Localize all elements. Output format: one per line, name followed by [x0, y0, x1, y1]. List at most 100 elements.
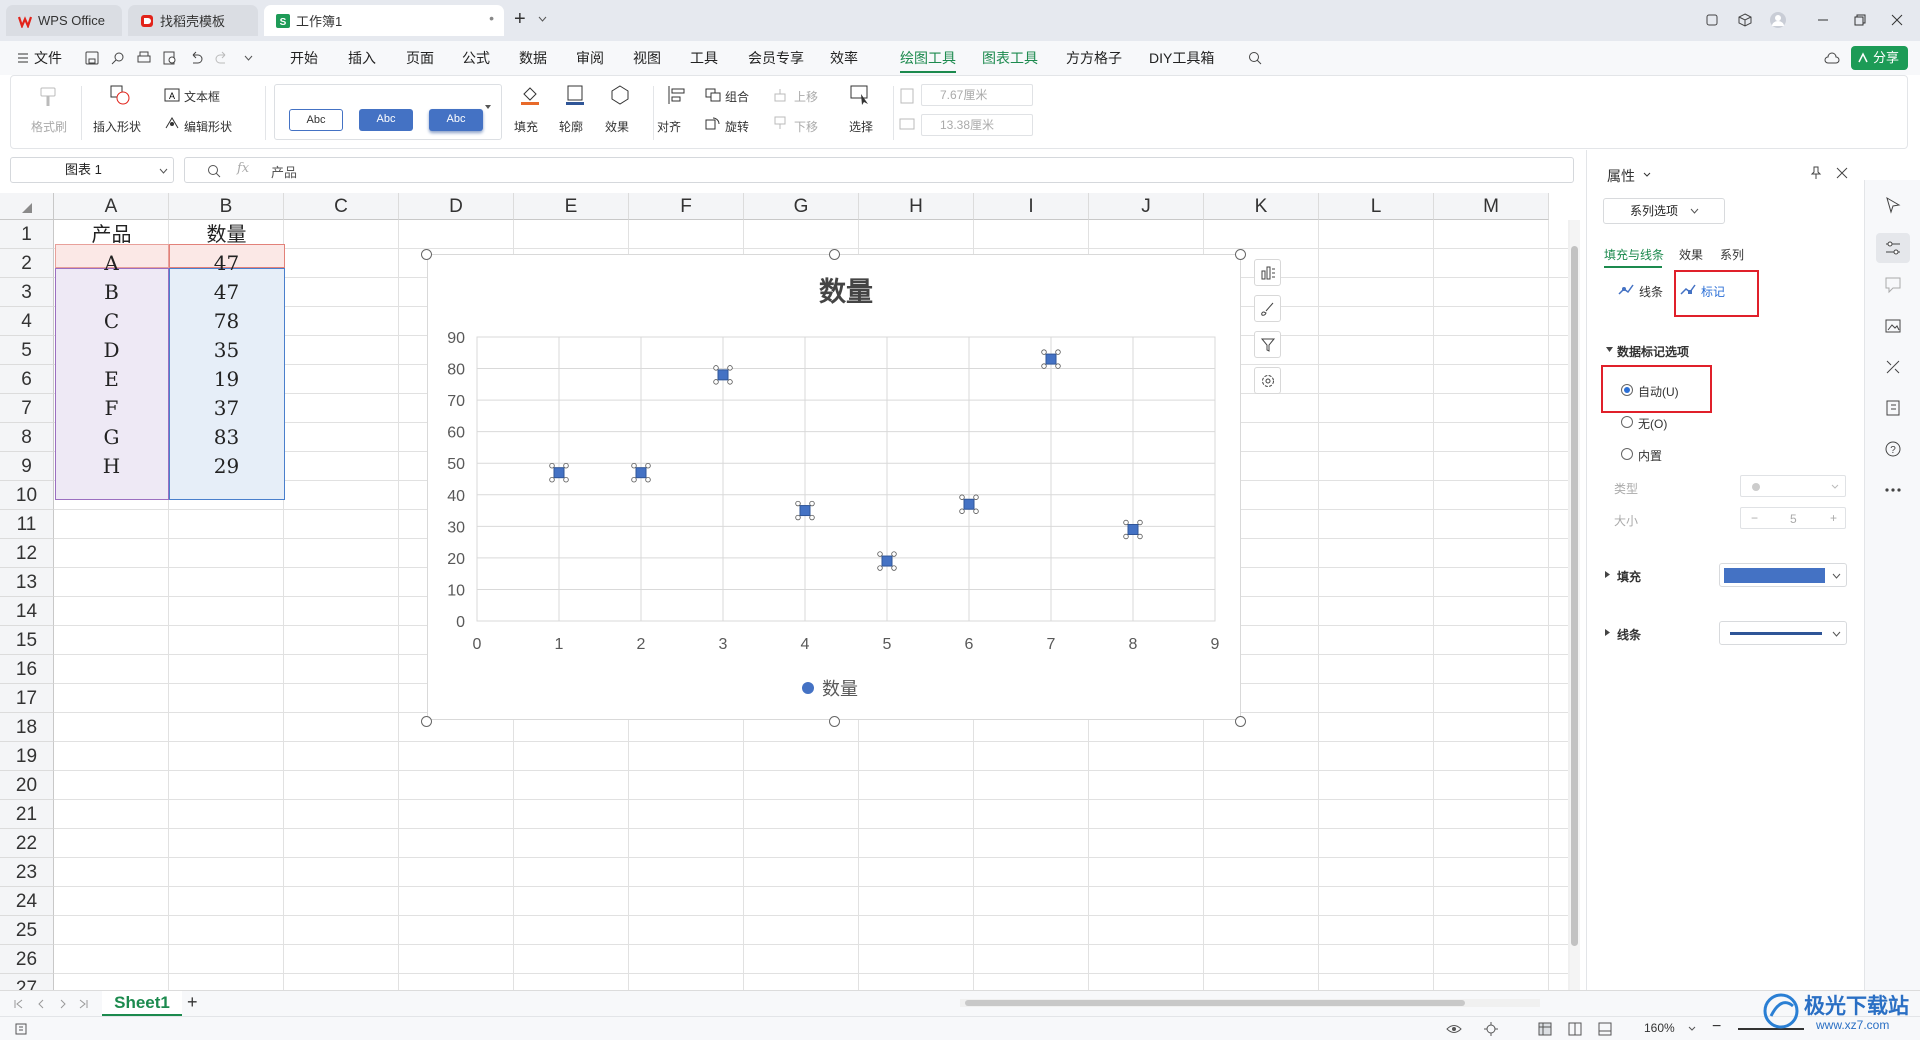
marker-type-select[interactable]: [1740, 475, 1846, 497]
last-sheet-icon[interactable]: [78, 999, 88, 1009]
resize-handle[interactable]: [421, 716, 432, 727]
chart-style-button[interactable]: [1254, 295, 1281, 322]
menu-page[interactable]: 页面: [406, 41, 434, 75]
vertical-scrollbar[interactable]: [1570, 220, 1580, 990]
scroll-thumb[interactable]: [1571, 246, 1578, 946]
row-header-7[interactable]: 7: [0, 394, 54, 423]
formula-input[interactable]: fx 产品: [184, 157, 1574, 183]
menu-tools[interactable]: 工具: [690, 41, 718, 75]
outline-icon[interactable]: [564, 84, 586, 106]
scatter-chart[interactable]: 数量 0 1 2 3 4 5 6 7 8 9 0 10 20 30 40 50 60 70 80 90 数量: [427, 254, 1241, 720]
menu-home[interactable]: 开始: [290, 41, 318, 75]
data-cell[interactable]: F: [54, 394, 169, 423]
cloud-icon[interactable]: [1824, 51, 1840, 65]
row-header-5[interactable]: 5: [0, 336, 54, 365]
row-header-27[interactable]: 27: [0, 974, 54, 990]
row-header-10[interactable]: 10: [0, 481, 54, 510]
tools-icon[interactable]: [1884, 358, 1902, 376]
properties-tool-button[interactable]: [1876, 233, 1910, 263]
bring-forward-label[interactable]: 上移: [794, 88, 818, 105]
new-tab-button[interactable]: +: [514, 8, 526, 31]
menu-formula[interactable]: 公式: [462, 41, 490, 75]
column-header-b[interactable]: B: [169, 193, 284, 220]
group-label[interactable]: 组合: [725, 88, 749, 105]
row-header-18[interactable]: 18: [0, 713, 54, 742]
scroll-thumb[interactable]: [965, 1000, 1465, 1006]
row-header-11[interactable]: 11: [0, 510, 54, 539]
tab-workbook1[interactable]: S 工作簿1 •: [264, 5, 504, 36]
shape-height-field[interactable]: 7.67厘米: [921, 84, 1033, 106]
collapse-icon[interactable]: [1606, 347, 1613, 353]
locate-icon[interactable]: [1484, 1022, 1498, 1036]
tab-fill-and-line[interactable]: 填充与线条: [1604, 246, 1664, 263]
format-painter-icon[interactable]: [37, 86, 59, 108]
name-box[interactable]: 图表 1: [10, 157, 174, 183]
menu-insert[interactable]: 插入: [348, 41, 376, 75]
chevron-down-icon[interactable]: [1688, 1026, 1696, 1031]
menu-file[interactable]: 文件: [34, 41, 62, 75]
prev-sheet-icon[interactable]: [36, 999, 46, 1009]
column-header-k[interactable]: K: [1204, 193, 1319, 220]
data-cell[interactable]: 47: [169, 278, 284, 307]
option-none-label[interactable]: 无(O): [1638, 415, 1667, 432]
option-builtin-label[interactable]: 内置: [1638, 447, 1662, 464]
column-header-d[interactable]: D: [399, 193, 514, 220]
image-edit-icon[interactable]: [1884, 317, 1902, 335]
data-cell[interactable]: E: [54, 365, 169, 394]
style-shadow-button[interactable]: Abc: [429, 109, 483, 131]
subtab-line[interactable]: 线条: [1639, 283, 1663, 300]
tab-series[interactable]: 系列: [1720, 246, 1744, 263]
column-header-g[interactable]: G: [744, 193, 859, 220]
menu-review[interactable]: 审阅: [576, 41, 604, 75]
help-icon[interactable]: ?: [1884, 440, 1902, 458]
style-outline-button[interactable]: Abc: [289, 109, 343, 131]
data-cell[interactable]: 78: [169, 307, 284, 336]
menu-fangfang[interactable]: 方方格子: [1066, 41, 1122, 75]
chart-filter-button[interactable]: [1254, 331, 1281, 358]
row-header-23[interactable]: 23: [0, 858, 54, 887]
column-header-a[interactable]: A: [54, 193, 169, 220]
text-box-icon[interactable]: A: [164, 88, 180, 102]
data-cell[interactable]: 19: [169, 365, 284, 394]
page-layout-icon[interactable]: [1568, 1022, 1582, 1036]
row-header-17[interactable]: 17: [0, 684, 54, 713]
send-backward-label[interactable]: 下移: [794, 118, 818, 135]
row-header-26[interactable]: 26: [0, 945, 54, 974]
series-options-dropdown[interactable]: 系列选项: [1603, 198, 1725, 224]
menu-diy-toolbox[interactable]: DIY工具箱: [1149, 41, 1214, 75]
effects-label[interactable]: 效果: [605, 118, 629, 135]
fill-section-label[interactable]: 填充: [1617, 568, 1641, 585]
row-header-24[interactable]: 24: [0, 887, 54, 916]
more-icon[interactable]: [1884, 481, 1902, 499]
resize-handle[interactable]: [1235, 716, 1246, 727]
restore-button[interactable]: [1847, 8, 1873, 32]
close-icon[interactable]: [1836, 167, 1848, 179]
menu-chart-tools[interactable]: 图表工具: [982, 41, 1038, 75]
fill-icon[interactable]: [519, 84, 541, 106]
edit-shape-label[interactable]: 编辑形状: [184, 118, 232, 135]
fill-color-picker[interactable]: [1719, 563, 1847, 587]
column-header-f[interactable]: F: [629, 193, 744, 220]
row-header-22[interactable]: 22: [0, 829, 54, 858]
minimize-button[interactable]: [1810, 8, 1836, 32]
radio-none[interactable]: [1621, 416, 1633, 428]
print-icon[interactable]: [137, 51, 151, 65]
radio-builtin[interactable]: [1621, 448, 1633, 460]
row-header-15[interactable]: 15: [0, 626, 54, 655]
data-cell[interactable]: A: [54, 249, 169, 278]
data-cell[interactable]: G: [54, 423, 169, 452]
data-cell[interactable]: D: [54, 336, 169, 365]
text-box-label[interactable]: 文本框: [184, 88, 220, 105]
data-cell[interactable]: 29: [169, 452, 284, 481]
hamburger-icon[interactable]: [18, 53, 28, 63]
book-icon[interactable]: [1884, 399, 1902, 417]
share-button[interactable]: 分享: [1851, 46, 1908, 70]
row-header-20[interactable]: 20: [0, 771, 54, 800]
menu-view[interactable]: 视图: [633, 41, 661, 75]
redo-icon[interactable]: [215, 51, 229, 65]
resize-handle[interactable]: [421, 249, 432, 260]
pin-icon[interactable]: [1809, 166, 1823, 180]
row-header-9[interactable]: 9: [0, 452, 54, 481]
align-icon[interactable]: [666, 84, 688, 106]
macro-icon[interactable]: [14, 1022, 28, 1036]
